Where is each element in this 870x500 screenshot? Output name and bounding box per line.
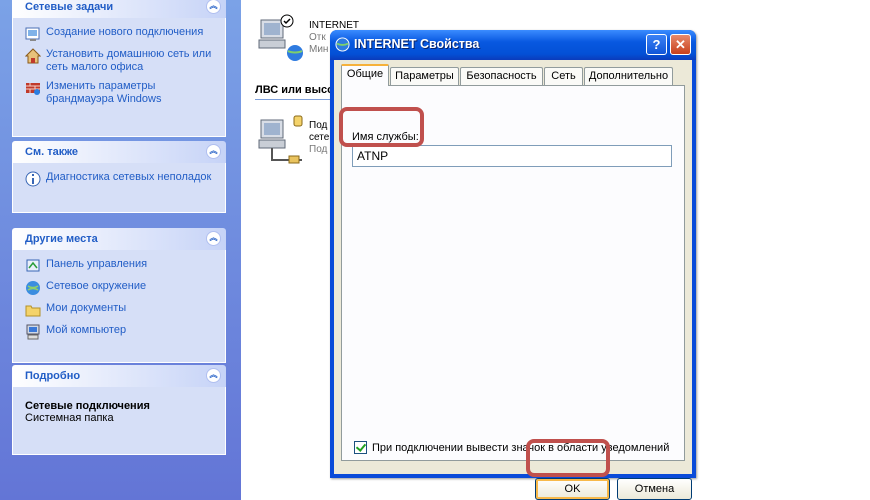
place-my-computer[interactable]: Мой компьютер [25,324,215,340]
details-name: Сетевые подключения [25,400,150,412]
tab-options[interactable]: Параметры [390,67,459,85]
details-header[interactable]: Подробно ︽ [12,365,226,387]
highlight-service-name [339,107,424,147]
dialog-title: INTERNET Свойства [354,37,480,51]
see-also-header[interactable]: См. также ︽ [12,141,226,163]
place-control-panel-label: Панель управления [46,258,148,270]
place-my-computer-label: Мой компьютер [46,324,127,336]
cancel-button[interactable]: Отмена [617,478,692,500]
network-globe-icon [335,37,350,52]
properties-dialog: INTERNET Свойства ? ✕ Общие Параметры Бе… [330,30,696,500]
details-type: Системная папка [25,412,114,424]
home-network-icon [25,48,41,64]
collapse-chevron-icon[interactable]: ︽ [206,0,221,14]
network-tasks-title: Сетевые задачи [25,1,114,13]
details-title: Подробно [25,370,81,382]
network-places-icon [26,281,40,295]
my-documents-icon [25,305,41,317]
place-control-panel[interactable]: Панель управления [25,258,215,274]
lan-connection-name: Под [309,120,328,131]
notify-checkbox[interactable] [354,441,367,454]
dialog-titlebar[interactable]: INTERNET Свойства ? ✕ [330,30,696,60]
tab-security[interactable]: Безопасность [460,67,543,85]
place-network-places[interactable]: Сетевое окружение [25,280,215,296]
collapse-chevron-icon[interactable]: ︽ [206,231,221,246]
task-home-network[interactable]: Установить домашнюю сеть или сеть малого… [25,48,215,74]
tab-advanced[interactable]: Дополнительно [584,67,673,85]
close-button[interactable]: ✕ [670,34,691,55]
other-places-header[interactable]: Другие места ︽ [12,228,226,250]
other-places-panel: Другие места ︽ Панель управления Сетевое… [12,228,226,363]
details-panel: Подробно ︽ Сетевые подключения Системная… [12,365,226,455]
see-also-title: См. также [25,146,78,158]
other-places-title: Другие места [25,233,98,245]
notify-checkbox-label: При подключении вывести значок в области… [372,441,670,454]
notify-checkbox-row[interactable]: При подключении вывести значок в области… [354,441,669,454]
task-new-connection[interactable]: Создание нового подключения [25,26,215,42]
place-my-documents[interactable]: Мои документы [25,302,215,318]
dialup-connection-icon[interactable] [257,14,307,62]
new-connection-icon [25,27,40,41]
lan-connection-label[interactable]: Под сете Под [309,120,329,156]
ok-button[interactable]: OK [535,478,610,500]
my-computer-icon [26,324,40,340]
group-header-lan: ЛВС или высо [255,84,334,96]
task-home-network-label: Установить домашнюю сеть или сеть малого… [46,48,212,73]
place-my-documents-label: Мои документы [46,302,127,314]
place-network-places-label: Сетевое окружение [46,280,147,292]
network-tasks-header[interactable]: Сетевые задачи ︽ [12,0,226,18]
lan-connection-status: Под [309,144,328,155]
collapse-chevron-icon[interactable]: ︽ [206,368,221,383]
task-firewall[interactable]: Изменить параметры брандмауэра Windows [25,80,215,106]
task-new-connection-label: Создание нового подключения [46,26,204,38]
lan-connection-name-2: сете [309,132,330,143]
control-panel-icon [26,259,40,272]
firewall-icon [26,83,40,95]
collapse-chevron-icon[interactable]: ︽ [206,144,221,159]
tab-network[interactable]: Сеть [544,67,583,85]
tab-general[interactable]: Общие [341,64,389,86]
highlight-ok-button [526,439,610,477]
info-icon [25,171,41,187]
service-name-input[interactable] [352,145,672,167]
task-diagnostics[interactable]: Диагностика сетевых неполадок [25,171,215,187]
task-firewall-label: Изменить параметры брандмауэра Windows [46,80,162,105]
network-tasks-panel: Сетевые задачи ︽ Создание нового подключ… [12,0,226,137]
see-also-panel: См. также ︽ Диагностика сетевых неполадо… [12,141,226,213]
task-pane: Сетевые задачи ︽ Создание нового подключ… [0,0,241,500]
lan-connection-icon[interactable] [257,114,307,166]
task-diagnostics-label: Диагностика сетевых неполадок [46,171,212,183]
help-button[interactable]: ? [646,34,667,55]
